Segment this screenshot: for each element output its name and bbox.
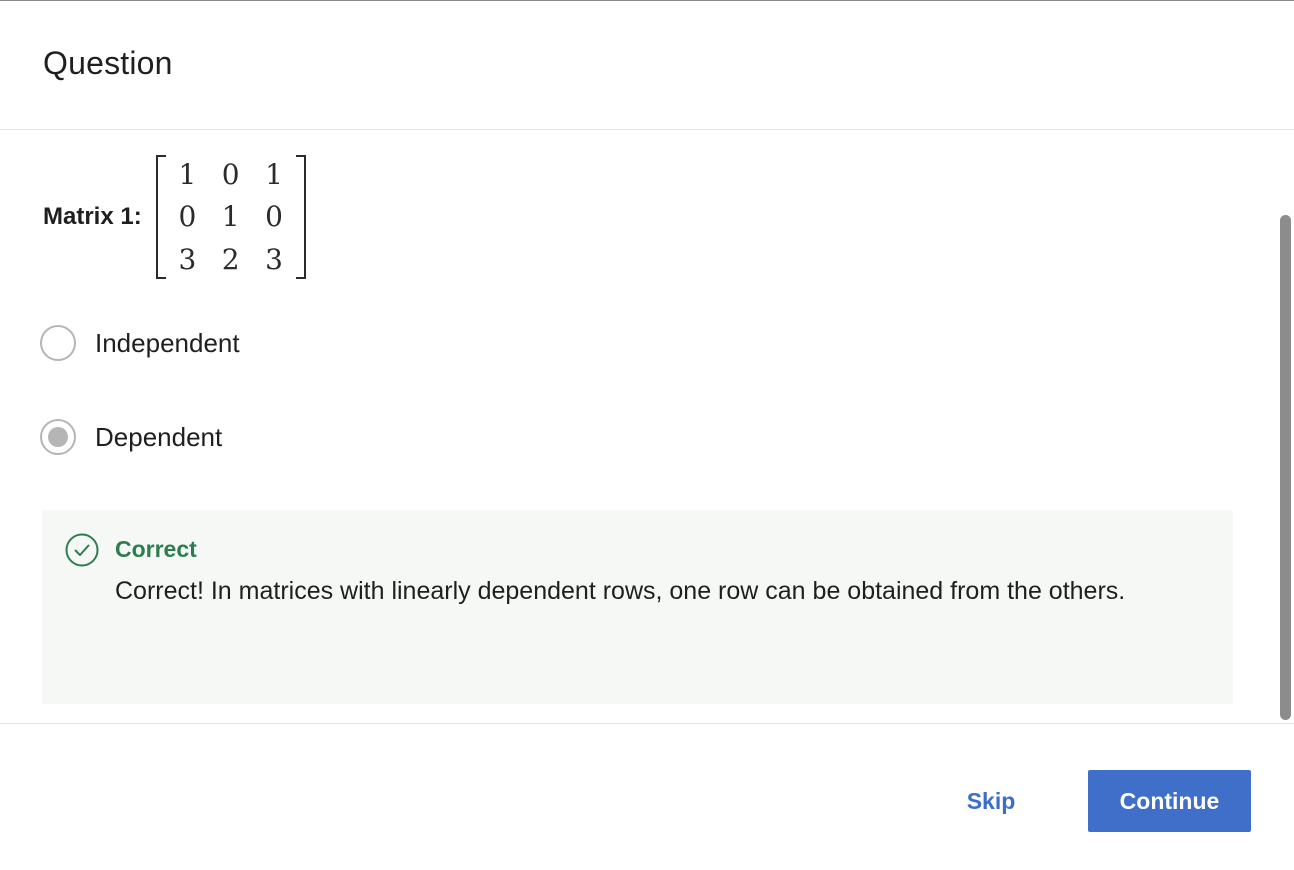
matrix-grid: 1 0 1 0 1 0 3 2 3: [166, 153, 296, 281]
matrix-cell: 3: [178, 243, 197, 277]
radio-button-dependent[interactable]: [40, 419, 76, 455]
matrix: 1 0 1 0 1 0 3 2 3: [155, 153, 306, 281]
scrollbar[interactable]: [1278, 130, 1294, 723]
matrix-cell: 3: [265, 243, 283, 277]
matrix-prompt: Matrix 1: 1 0 1 0 1 0 3 2 3: [43, 150, 306, 284]
question-header: Question: [0, 1, 1294, 130]
radio-button-independent[interactable]: [40, 325, 76, 361]
matrix-cell: 1: [265, 157, 283, 191]
page-title: Question: [43, 45, 173, 81]
option-label: Independent: [95, 327, 240, 358]
radio-selected-dot: [48, 427, 68, 447]
matrix-cell: 0: [178, 200, 197, 234]
matrix-cell: 0: [265, 200, 283, 234]
feedback-panel: Correct Correct! In matrices with linear…: [42, 510, 1233, 704]
feedback-message: Correct! In matrices with linearly depen…: [115, 577, 1126, 605]
option-independent[interactable]: Independent: [40, 323, 240, 363]
scrollbar-thumb[interactable]: [1280, 215, 1291, 720]
matrix-label: Matrix 1:: [43, 203, 142, 230]
check-circle-icon: [65, 533, 99, 567]
matrix-cell: 1: [178, 157, 197, 191]
skip-button[interactable]: Skip: [946, 770, 1036, 832]
option-label: Dependent: [95, 421, 223, 452]
option-dependent[interactable]: Dependent: [40, 417, 222, 457]
matrix-left-bracket: [155, 155, 166, 279]
question-content: Matrix 1: 1 0 1 0 1 0 3 2 3 Independent …: [0, 130, 1294, 723]
question-footer: Skip Continue: [0, 723, 1294, 870]
continue-button[interactable]: Continue: [1088, 770, 1251, 832]
matrix-cell: 0: [221, 157, 240, 191]
matrix-cell: 1: [221, 200, 240, 234]
matrix-cell: 2: [221, 243, 240, 277]
matrix-right-bracket: [295, 155, 306, 279]
feedback-status: Correct: [115, 536, 197, 562]
